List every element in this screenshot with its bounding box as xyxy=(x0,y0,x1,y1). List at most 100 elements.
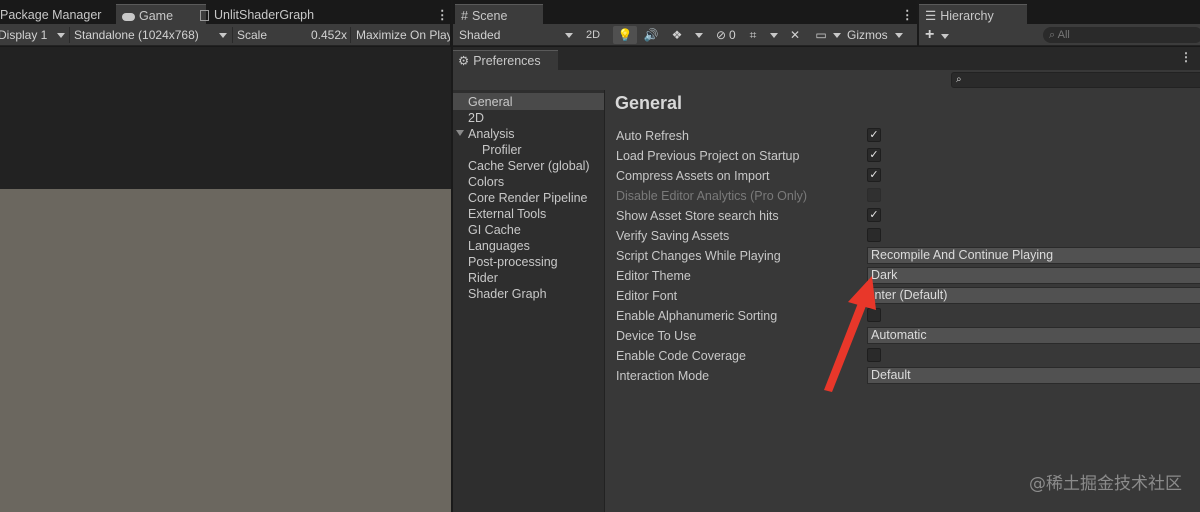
preferences-more-icon[interactable]: ⋮ xyxy=(1180,50,1192,64)
scale-label: Scale xyxy=(237,28,268,42)
game-view-top xyxy=(0,47,451,189)
show-asset-store-hits-checkbox[interactable]: ✓ xyxy=(867,208,881,222)
compress-assets-checkbox[interactable]: ✓ xyxy=(867,168,881,182)
verify-saving-assets-checkbox[interactable] xyxy=(867,228,881,242)
editor-theme-label: Editor Theme xyxy=(616,269,691,283)
tab-unlit-shader-graph-label: UnlitShaderGraph xyxy=(214,8,315,22)
interaction-mode-dropdown[interactable]: Default xyxy=(867,367,1200,384)
script-changes-label: Script Changes While Playing xyxy=(616,249,781,263)
preferences-tab-label: Preferences xyxy=(473,54,541,68)
sidebar-item-post-processing[interactable]: Post-processing xyxy=(468,254,558,270)
resolution-dropdown[interactable]: Standalone (1024x768) xyxy=(74,24,232,46)
editor-font-label: Editor Font xyxy=(616,289,678,303)
sidebar-item-analysis[interactable]: Analysis xyxy=(468,126,515,142)
display-label: Display 1 xyxy=(0,28,48,42)
device-to-use-label: Device To Use xyxy=(616,329,697,343)
interaction-mode-label: Interaction Mode xyxy=(616,369,710,383)
script-changes-dropdown[interactable]: Recompile And Continue Playing xyxy=(867,247,1200,264)
sidebar-item-gi-cache[interactable]: GI Cache xyxy=(468,222,521,238)
preferences-titlebar: ⚙ Preferences ⋮ xyxy=(453,47,1200,70)
scene-more-options-icon[interactable]: ⋮ xyxy=(895,4,920,26)
load-previous-project-label: Load Previous Project on Startup xyxy=(616,149,800,163)
scale-value: 0.452x xyxy=(311,28,347,42)
auto-refresh-label: Auto Refresh xyxy=(616,129,689,143)
tab-unlit-shader-graph[interactable]: UnlitShaderGraph xyxy=(194,4,320,26)
game-toolbar: Display 1 Standalone (1024x768) Scale 0.… xyxy=(0,24,450,64)
gizmos-dropdown[interactable]: Gizmos xyxy=(847,24,911,46)
sidebar-item-external-tools[interactable]: External Tools xyxy=(468,206,546,222)
display-dropdown[interactable]: Display 1 xyxy=(0,24,68,46)
sidebar-item-languages[interactable]: Languages xyxy=(468,238,530,254)
sidebar-item-rider[interactable]: Rider xyxy=(468,270,498,286)
sidebar-item-2d[interactable]: 2D xyxy=(468,110,484,126)
add-object-button[interactable]: + xyxy=(925,24,955,46)
grid-snap-icon[interactable]: ⌗ xyxy=(743,26,763,44)
search-placeholder: All xyxy=(1057,29,1070,41)
compress-assets-label: Compress Assets on Import xyxy=(616,169,770,183)
tab-game-label: Game xyxy=(139,9,174,23)
divider xyxy=(232,27,233,43)
chevron-down-icon xyxy=(219,33,227,38)
chevron-down-icon xyxy=(565,33,573,38)
chevron-down-icon[interactable] xyxy=(770,33,778,38)
audio-toggle-icon[interactable]: 🔊 xyxy=(641,26,661,44)
preferences-search-input[interactable]: ⌕ xyxy=(951,72,1200,88)
sidebar-item-profiler[interactable]: Profiler xyxy=(482,142,522,158)
scene-toolbar: Shaded 2D 💡 🔊 ❖ ⊘ 0 ⌗ ✕ ▭ Gizmos xyxy=(453,24,917,46)
left-tab-bar: Package Manager Game UnlitShaderGraph ⋮ xyxy=(0,4,450,27)
game-view[interactable] xyxy=(0,189,451,512)
verify-saving-assets-label: Verify Saving Assets xyxy=(616,229,730,243)
hierarchy-toolbar: + ⌕ All xyxy=(919,24,1200,46)
tab-scene-label: Scene xyxy=(471,9,508,23)
arrow-head xyxy=(848,276,876,310)
search-icon: ⌕ xyxy=(1049,29,1058,41)
code-coverage-label: Enable Code Coverage xyxy=(616,349,746,363)
alphanumeric-sorting-label: Enable Alphanumeric Sorting xyxy=(616,309,778,323)
page-title: General xyxy=(615,93,683,113)
maximize-on-play-toggle[interactable]: Maximize On Play xyxy=(356,24,450,46)
hierarchy-tab-bar: ☰ Hierarchy xyxy=(919,4,1200,27)
tab-hierarchy-label: Hierarchy xyxy=(940,9,994,23)
shader-graph-icon xyxy=(200,10,209,22)
sidebar-item-shader-graph[interactable]: Shader Graph xyxy=(468,286,547,302)
shading-mode-label: Shaded xyxy=(459,28,501,42)
sidebar-item-core-render-pipeline[interactable]: Core Render Pipeline xyxy=(468,190,588,206)
tab-preferences[interactable]: ⚙ Preferences xyxy=(453,50,558,70)
2d-toggle-button[interactable]: 2D xyxy=(581,26,605,44)
arrow-shaft xyxy=(824,303,866,392)
chevron-down-icon xyxy=(895,33,903,38)
watermark: @稀土掘金技术社区 xyxy=(1029,474,1182,494)
expand-arrow-icon[interactable] xyxy=(456,130,464,136)
load-previous-project-checkbox[interactable]: ✓ xyxy=(867,148,881,162)
hierarchy-search-input[interactable]: ⌕ All xyxy=(1043,27,1200,43)
sidebar-item-colors[interactable]: Colors xyxy=(468,174,504,190)
disable-editor-analytics-label: Disable Editor Analytics (Pro Only) xyxy=(616,189,808,203)
chevron-down-icon[interactable] xyxy=(695,33,703,38)
preferences-search-bar: ⌕ xyxy=(453,70,1200,90)
list-icon: ☰ xyxy=(925,9,937,23)
lighting-toggle-icon[interactable]: 💡 xyxy=(613,26,637,44)
device-to-use-dropdown[interactable]: Automatic xyxy=(867,327,1200,344)
tab-package-manager[interactable]: Package Manager xyxy=(0,4,107,26)
sidebar-item-general[interactable]: General xyxy=(468,94,512,110)
plus-icon: + xyxy=(925,26,935,43)
editor-theme-dropdown[interactable]: Dark xyxy=(867,267,1200,284)
camera-icon[interactable]: ▭ xyxy=(811,26,831,44)
effects-toggle-icon[interactable]: ❖ xyxy=(667,26,687,44)
chevron-down-icon xyxy=(57,33,65,38)
sidebar-item-cache-server[interactable]: Cache Server (global) xyxy=(468,158,590,174)
hidden-objects-count: 0 xyxy=(729,28,736,42)
divider xyxy=(69,27,70,43)
scene-tab-bar: # Scene ⋮ xyxy=(453,4,920,27)
tools-icon[interactable]: ✕ xyxy=(785,26,805,44)
disable-editor-analytics-checkbox xyxy=(867,188,881,202)
gamepad-icon xyxy=(122,12,135,21)
editor-font-dropdown[interactable]: Inter (Default) xyxy=(867,287,1200,304)
resolution-label: Standalone (1024x768) xyxy=(74,28,199,42)
chevron-down-icon[interactable] xyxy=(833,33,841,38)
show-asset-store-hits-label: Show Asset Store search hits xyxy=(616,209,779,223)
gizmos-label: Gizmos xyxy=(847,28,888,42)
shading-mode-dropdown[interactable]: Shaded xyxy=(459,24,575,46)
auto-refresh-checkbox[interactable]: ✓ xyxy=(867,128,881,142)
grid-icon: # xyxy=(461,9,468,23)
